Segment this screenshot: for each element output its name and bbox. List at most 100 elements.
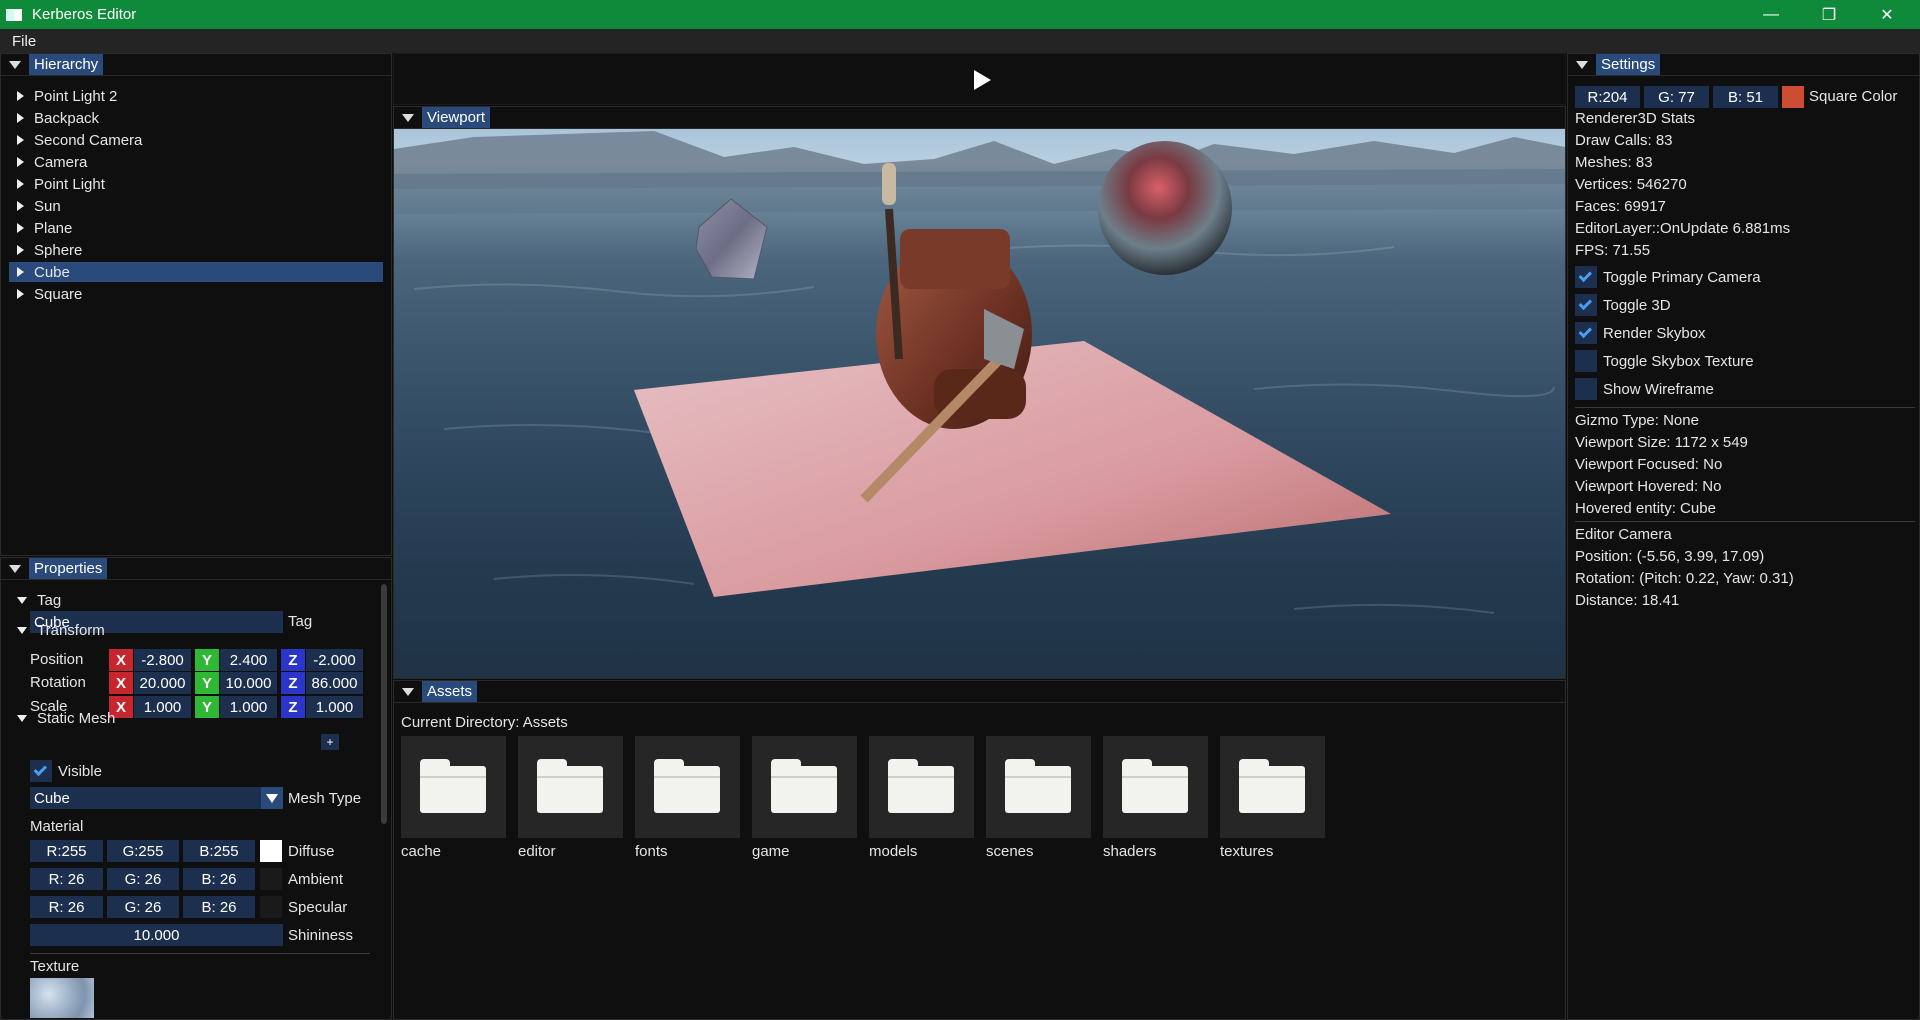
tab-hierarchy[interactable]: Hierarchy bbox=[29, 54, 104, 75]
scale-y-input[interactable]: 1.000 bbox=[220, 696, 277, 718]
expand-arrow-icon[interactable] bbox=[17, 91, 24, 101]
hierarchy-item[interactable]: Square bbox=[9, 284, 82, 304]
square-color-swatch[interactable] bbox=[1782, 86, 1804, 108]
ambient-r[interactable]: R: 26 bbox=[30, 868, 103, 890]
hierarchy-item[interactable]: Cube bbox=[9, 262, 383, 282]
position-x-input[interactable]: -2.800 bbox=[134, 649, 191, 671]
add-component-button[interactable]: + bbox=[321, 734, 339, 750]
play-icon[interactable] bbox=[974, 70, 991, 90]
properties-scrollbar[interactable] bbox=[381, 584, 387, 824]
toggle-checkbox[interactable] bbox=[1575, 378, 1597, 400]
collapse-icon[interactable] bbox=[402, 687, 414, 696]
tab-viewport[interactable]: Viewport bbox=[422, 107, 491, 128]
tab-properties[interactable]: Properties bbox=[29, 558, 108, 579]
rotation-y-axis-button[interactable]: Y bbox=[195, 672, 219, 694]
scale-z-input[interactable]: 1.000 bbox=[306, 696, 363, 718]
folder-tile[interactable] bbox=[1220, 736, 1325, 838]
scale-x-input[interactable]: 1.000 bbox=[134, 696, 191, 718]
mesh-type-select[interactable]: Cube bbox=[30, 787, 283, 809]
static-mesh-section[interactable]: Static Mesh bbox=[7, 708, 115, 728]
dropdown-arrow-icon[interactable] bbox=[261, 787, 283, 809]
rotation-y-input[interactable]: 10.000 bbox=[220, 672, 277, 694]
visible-checkbox[interactable] bbox=[30, 760, 52, 782]
expand-arrow-icon[interactable] bbox=[17, 135, 24, 145]
close-icon[interactable]: ✕ bbox=[1858, 0, 1916, 29]
tab-assets[interactable]: Assets bbox=[422, 681, 478, 702]
shininess-input[interactable]: 10.000 bbox=[30, 924, 283, 946]
tab-settings[interactable]: Settings bbox=[1596, 54, 1661, 75]
scale-y-axis-button[interactable]: Y bbox=[195, 696, 219, 718]
folder-label[interactable]: shaders bbox=[1103, 843, 1156, 860]
hierarchy-item[interactable]: Point Light bbox=[9, 174, 105, 194]
folder-label[interactable]: fonts bbox=[635, 843, 668, 860]
ambient-color-swatch[interactable] bbox=[260, 868, 282, 890]
folder-label[interactable]: textures bbox=[1220, 843, 1273, 860]
folder-tile[interactable] bbox=[635, 736, 740, 838]
hierarchy-item[interactable]: Sphere bbox=[9, 240, 82, 260]
rotation-x-axis-button[interactable]: X bbox=[109, 672, 133, 694]
expand-arrow-icon[interactable] bbox=[17, 223, 24, 233]
tag-section[interactable]: Tag bbox=[7, 590, 61, 610]
specular-color-swatch[interactable] bbox=[260, 896, 282, 918]
folder-label[interactable]: cache bbox=[401, 843, 441, 860]
position-y-input[interactable]: 2.400 bbox=[220, 649, 277, 671]
hierarchy-item[interactable]: Backpack bbox=[9, 108, 99, 128]
position-x-axis-button[interactable]: X bbox=[109, 649, 133, 671]
rotation-z-axis-button[interactable]: Z bbox=[281, 672, 305, 694]
position-z-input[interactable]: -2.000 bbox=[306, 649, 363, 671]
minimize-icon[interactable]: — bbox=[1742, 0, 1800, 29]
hierarchy-item[interactable]: Sun bbox=[9, 196, 61, 216]
folder-label[interactable]: models bbox=[869, 843, 917, 860]
specular-b[interactable]: B: 26 bbox=[183, 896, 255, 918]
ambient-b[interactable]: B: 26 bbox=[183, 868, 255, 890]
hierarchy-item[interactable]: Second Camera bbox=[9, 130, 142, 150]
viewport-scene[interactable] bbox=[394, 129, 1565, 678]
expand-arrow-icon[interactable] bbox=[17, 201, 24, 211]
expand-arrow-icon[interactable] bbox=[17, 179, 24, 189]
folder-tile[interactable] bbox=[1103, 736, 1208, 838]
square-color-r[interactable]: R:204 bbox=[1575, 86, 1640, 108]
hierarchy-item[interactable]: Camera bbox=[9, 152, 87, 172]
folder-label[interactable]: game bbox=[752, 843, 790, 860]
toggle-checkbox[interactable] bbox=[1575, 294, 1597, 316]
folder-tile[interactable] bbox=[986, 736, 1091, 838]
position-z-axis-button[interactable]: Z bbox=[281, 649, 305, 671]
specular-r[interactable]: R: 26 bbox=[30, 896, 103, 918]
menu-file[interactable]: File bbox=[12, 33, 36, 50]
collapse-icon[interactable] bbox=[9, 60, 21, 69]
specular-g[interactable]: G: 26 bbox=[107, 896, 179, 918]
expand-arrow-icon[interactable] bbox=[17, 113, 24, 123]
toggle-checkbox[interactable] bbox=[1575, 322, 1597, 344]
square-color-b[interactable]: B: 51 bbox=[1713, 86, 1778, 108]
diffuse-r[interactable]: R:255 bbox=[30, 840, 103, 862]
folder-tile[interactable] bbox=[752, 736, 857, 838]
diffuse-g[interactable]: G:255 bbox=[107, 840, 179, 862]
texture-thumbnail[interactable] bbox=[30, 978, 94, 1018]
collapse-icon[interactable] bbox=[1576, 60, 1588, 69]
scale-z-axis-button[interactable]: Z bbox=[281, 696, 305, 718]
folder-label[interactable]: editor bbox=[518, 843, 556, 860]
folder-tile[interactable] bbox=[869, 736, 974, 838]
rotation-z-input[interactable]: 86.000 bbox=[306, 672, 363, 694]
position-y-axis-button[interactable]: Y bbox=[195, 649, 219, 671]
square-color-g[interactable]: G: 77 bbox=[1644, 86, 1709, 108]
folder-tile[interactable] bbox=[518, 736, 623, 838]
hierarchy-item[interactable]: Plane bbox=[9, 218, 72, 238]
transform-section[interactable]: Transform bbox=[7, 620, 105, 640]
ambient-g[interactable]: G: 26 bbox=[107, 868, 179, 890]
expand-arrow-icon[interactable] bbox=[17, 289, 24, 299]
restore-icon[interactable]: ❐ bbox=[1800, 0, 1858, 29]
collapse-icon[interactable] bbox=[9, 564, 21, 573]
expand-arrow-icon[interactable] bbox=[17, 245, 24, 255]
rotation-x-input[interactable]: 20.000 bbox=[134, 672, 191, 694]
collapse-icon[interactable] bbox=[402, 113, 414, 122]
expand-arrow-icon[interactable] bbox=[17, 267, 24, 277]
diffuse-color-swatch[interactable] bbox=[260, 840, 282, 862]
folder-label[interactable]: scenes bbox=[986, 843, 1034, 860]
folder-tile[interactable] bbox=[401, 736, 506, 838]
expand-arrow-icon[interactable] bbox=[17, 157, 24, 167]
hierarchy-item[interactable]: Point Light 2 bbox=[9, 86, 117, 106]
toggle-checkbox[interactable] bbox=[1575, 266, 1597, 288]
diffuse-b[interactable]: B:255 bbox=[183, 840, 255, 862]
toggle-checkbox[interactable] bbox=[1575, 350, 1597, 372]
